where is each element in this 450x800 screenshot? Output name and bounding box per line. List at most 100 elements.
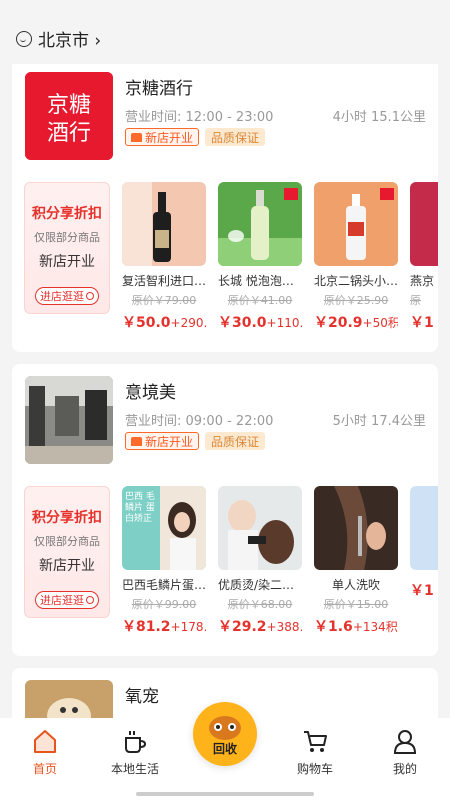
product-image-caption: 巴西 毛鳞片 蛋白矫正 [125,492,155,524]
user-icon [392,728,418,754]
enter-store-button[interactable]: 进店逛逛 [35,287,99,305]
new-store-tag: 新店开业 [125,128,200,146]
price-main: ￥30.0 [218,315,267,331]
product-image [122,182,206,266]
product-image [410,486,438,570]
product-item[interactable]: 复活智利进口… 原价￥79.00 ￥50.0+290… [122,182,206,332]
product-item[interactable]: 单人洗吹 原价￥15.00 ￥1.6+134积分 [314,486,398,636]
product-item[interactable]: 长城 悦泡泡白… 原价￥41.00 ￥30.0+110… [218,182,302,332]
product-price: ￥29.2+388… [218,616,302,636]
product-original-price: 原价￥25.90 [323,294,389,307]
city-label: 北京市 › [38,31,102,51]
product-price: ￥1 [410,312,438,332]
nav-cart[interactable]: 购物车 [280,728,350,777]
top-bar: 北京市 › [0,0,450,70]
store-distance: 4小时 15.1公里 [332,110,426,125]
product-item[interactable]: 巴西 毛鳞片 蛋白矫正 巴西毛鳞片蛋… 原价￥99.00 ￥81.2+178… [122,486,206,636]
price-extra: +110… [266,316,302,330]
promo-subtitle: 仅限部分商品 [34,231,100,244]
store-photo [25,376,113,464]
home-indicator [136,792,314,796]
store-tags: 新店开业 品质保证 [125,128,266,146]
city-selector[interactable]: 北京市 › [16,26,101,51]
promo-panel[interactable]: 积分享折扣 仅限部分商品 新店开业 进店逛逛 [24,182,110,314]
nav-local-label: 本地生活 [110,762,159,776]
product-name: 复活智利进口… [122,274,206,288]
product-image [410,182,438,266]
price-main: ￥1.6 [314,619,353,635]
product-original-price: 原价￥15.00 [323,598,389,611]
product-item[interactable]: 优质烫/染二选… 原价￥68.00 ￥29.2+388… [218,486,302,636]
price-extra: +290… [170,316,206,330]
product-name: 优质烫/染二选… [218,578,302,592]
store-logo: 京糖 酒行 [25,72,113,160]
price-main: ￥1 [410,315,434,331]
product-price: ￥20.9+50积分 [314,312,398,332]
promo-title: 积分享折扣 [32,206,102,222]
product-name: 燕京 [410,274,435,288]
product-image: 巴西 毛鳞片 蛋白矫正 [122,486,206,570]
price-main: ￥50.0 [122,315,171,331]
quality-tag: 品质保证 [205,128,266,146]
store-hours: 营业时间: 09:00 - 22:00 [125,414,274,429]
shop-icon [131,436,142,446]
product-item[interactable]: ￥1 [410,486,438,600]
logo-text-bottom: 酒行 [47,121,91,146]
store-card[interactable]: 京糖 酒行 京糖酒行 营业时间: 12:00 - 23:00 4小时 15.1公… [12,64,438,352]
store-name: 意境美 [125,383,176,403]
product-price: ￥1 [410,580,438,600]
price-extra: +178… [170,620,206,634]
store-name: 氧宠 [125,687,159,707]
promo-title: 积分享折扣 [32,510,102,526]
price-main: ￥20.9 [314,315,363,331]
recycle-button[interactable]: 回收 [193,702,257,766]
logo-text-top: 京糖 [47,93,91,118]
product-name: 单人洗吹 [331,578,380,592]
store-distance: 5小时 17.4公里 [332,414,426,429]
promo-new-store: 新店开业 [39,558,95,574]
chevron-right-icon [86,292,94,300]
product-image [218,486,302,570]
product-image [314,182,398,266]
new-store-tag-label: 新店开业 [145,434,194,449]
promo-new-store: 新店开业 [39,254,95,270]
quality-tag: 品质保证 [205,432,266,450]
product-item[interactable]: 燕京 原 ￥1 [410,182,438,332]
nav-home[interactable]: 首页 [10,728,80,777]
store-name: 京糖酒行 [125,79,193,99]
new-store-tag-label: 新店开业 [145,130,194,145]
store-tags: 新店开业 品质保证 [125,432,266,450]
price-extra: +388… [266,620,302,634]
product-item[interactable]: 北京二锅头小… 原价￥25.90 ￥20.9+50积分 [314,182,398,332]
chevron-right-icon [86,596,94,604]
nav-cart-label: 购物车 [296,762,333,776]
product-price: ￥1.6+134积分 [314,616,398,636]
product-name: 北京二锅头小… [314,274,398,288]
new-store-tag: 新店开业 [125,432,200,450]
product-name: 长城 悦泡泡白… [218,274,302,288]
store-card[interactable]: 意境美 营业时间: 09:00 - 22:00 5小时 17.4公里 新店开业 … [12,364,438,656]
enter-store-label: 进店逛逛 [40,290,84,303]
promo-subtitle: 仅限部分商品 [34,535,100,548]
product-name: 巴西毛鳞片蛋… [122,578,206,592]
nav-home-label: 首页 [32,762,57,776]
product-original-price: 原价￥79.00 [131,294,197,307]
cart-icon [302,728,328,754]
product-original-price: 原价￥99.00 [131,598,197,611]
coffee-cup-icon [122,728,148,754]
nav-mine-label: 我的 [392,762,417,776]
nav-mine[interactable]: 我的 [370,728,440,777]
enter-store-button[interactable]: 进店逛逛 [35,591,99,609]
product-original-price: 原价￥41.00 [227,294,293,307]
home-icon [32,728,58,754]
recycle-label: 回收 [212,742,237,756]
store-hours: 营业时间: 12:00 - 23:00 [125,110,274,125]
price-main: ￥81.2 [122,619,171,635]
nav-local[interactable]: 本地生活 [100,728,170,777]
product-price: ￥81.2+178… [122,616,206,636]
promo-panel[interactable]: 积分享折扣 仅限部分商品 新店开业 进店逛逛 [24,486,110,618]
product-price: ￥50.0+290… [122,312,206,332]
product-original-price: 原价￥68.00 [227,598,293,611]
product-price: ￥30.0+110… [218,312,302,332]
product-original-price: 原 [410,294,421,307]
